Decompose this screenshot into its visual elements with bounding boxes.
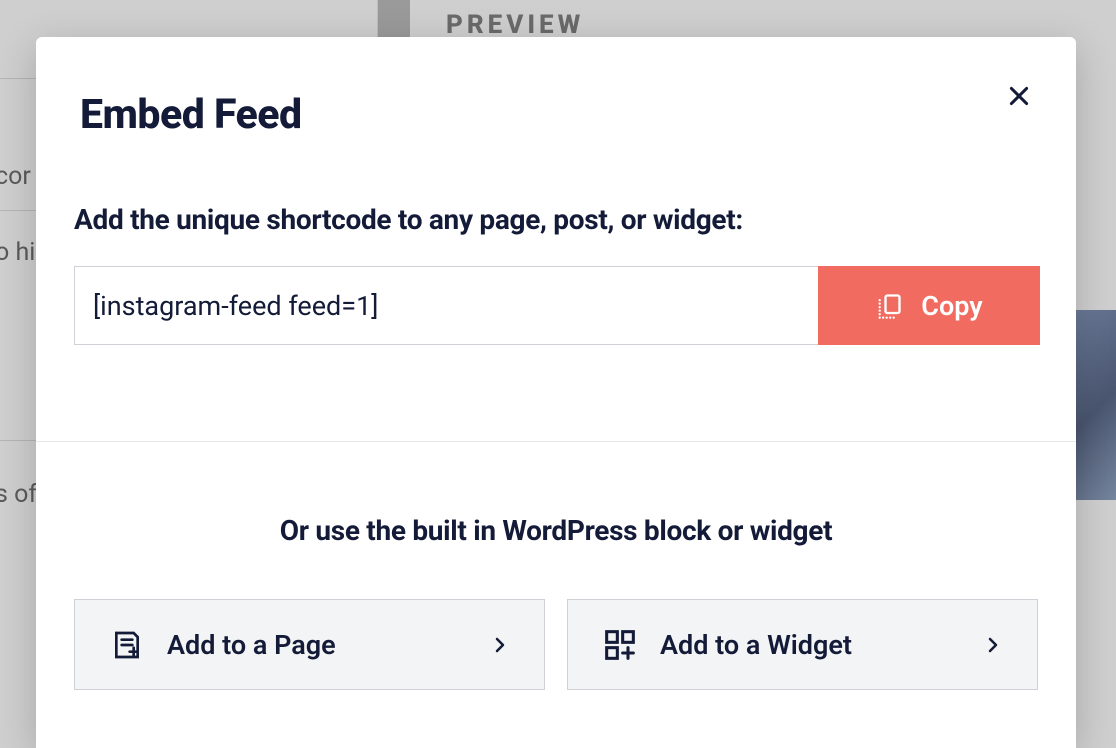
page-icon: [111, 629, 143, 661]
action-row: Add to a Page Add to a Widget: [36, 599, 1076, 690]
widget-icon: [604, 629, 636, 661]
shortcode-input[interactable]: [74, 266, 818, 345]
shortcode-heading: Add the unique shortcode to any page, po…: [74, 203, 1038, 236]
close-button[interactable]: [1000, 77, 1038, 115]
modal-header: Embed Feed: [36, 37, 1076, 139]
copy-icon: [875, 292, 903, 320]
background-text-fragment: cor: [0, 162, 31, 191]
background-image-preview: [1076, 310, 1116, 500]
modal-divider: [36, 441, 1076, 442]
copy-button-label: Copy: [921, 290, 982, 322]
shortcode-row: Copy: [74, 266, 1040, 345]
embed-feed-modal: Embed Feed Add the unique shortcode to a…: [36, 37, 1076, 748]
shortcode-section: Add the unique shortcode to any page, po…: [36, 139, 1076, 345]
copy-button[interactable]: Copy: [818, 266, 1040, 345]
background-text-fragment: s of: [0, 480, 37, 509]
background-preview-label: PREVIEW: [446, 10, 584, 40]
add-to-widget-button[interactable]: Add to a Widget: [567, 599, 1038, 690]
add-to-page-button[interactable]: Add to a Page: [74, 599, 545, 690]
chevron-right-icon: [985, 637, 1001, 653]
add-to-page-label: Add to a Page: [167, 629, 336, 661]
modal-title: Embed Feed: [80, 91, 302, 139]
add-to-widget-label: Add to a Widget: [660, 629, 852, 661]
alternative-heading: Or use the built in WordPress block or w…: [36, 514, 1076, 547]
close-icon: [1006, 83, 1032, 109]
chevron-right-icon: [492, 637, 508, 653]
